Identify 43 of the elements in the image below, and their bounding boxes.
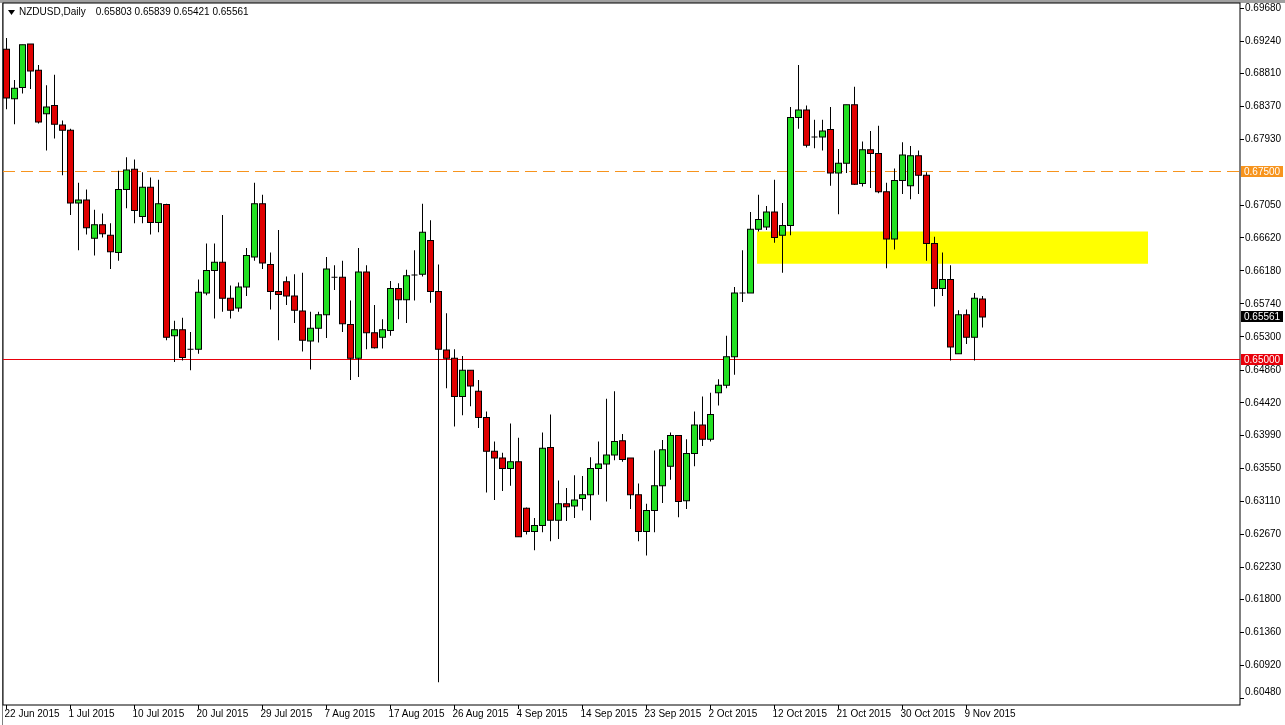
axis-label: 0.66180: [1245, 264, 1282, 277]
axis-label: 29 Jul 2015: [260, 708, 313, 720]
axis-label: 0.61800: [1245, 593, 1282, 605]
axis-label: 2 Oct 2015: [708, 708, 758, 720]
axis-label: 0.60920: [1245, 659, 1282, 671]
axis-label: 0.64860: [1245, 363, 1282, 376]
axis-label: 9 Nov 2015: [964, 708, 1016, 720]
axis-label: 17 Aug 2015: [388, 708, 445, 720]
axis-label: 14 Sep 2015: [580, 708, 638, 720]
axis-label: 0.68370: [1245, 100, 1282, 113]
axis-label: 0.61360: [1245, 626, 1282, 638]
axis-label: 10 Jul 2015: [132, 708, 185, 720]
dropdown-triangle-icon[interactable]: [8, 9, 15, 15]
axis-label: 4 Sep 2015: [516, 708, 568, 720]
axis-label: 12 Oct 2015: [772, 708, 827, 720]
axis-label: 0.60480: [1245, 686, 1282, 698]
axis-label: 0.66620: [1245, 231, 1282, 244]
axis-label: 20 Jul 2015: [196, 708, 249, 720]
axis-label: 7 Aug 2015: [324, 708, 376, 720]
axis-label: 30 Oct 2015: [900, 708, 955, 720]
axis-label: 0.63110: [1245, 494, 1281, 507]
symbol-label: NZDUSD,Daily: [19, 6, 86, 18]
axis-label: 0.63550: [1245, 461, 1282, 474]
axis-label: 0.67930: [1245, 133, 1282, 146]
price-tag: 0.65000: [1241, 353, 1284, 365]
axis-label: 26 Aug 2015: [452, 708, 509, 720]
axis-label: 0.65740: [1245, 297, 1282, 310]
axis-label: 0.62230: [1245, 560, 1282, 573]
axis-label: 0.62670: [1245, 527, 1282, 540]
axis-label: 21 Oct 2015: [836, 708, 891, 720]
axis-label: 23 Sep 2015: [644, 708, 702, 720]
axis-label: 0.64420: [1245, 396, 1282, 409]
price-tag: 0.67500: [1241, 166, 1284, 177]
axis-label: 0.63990: [1245, 428, 1282, 441]
axis-label: 0.67050: [1245, 199, 1282, 212]
axis-label: 1 Jul 2015: [68, 708, 115, 720]
axis-label: 0.65300: [1245, 330, 1282, 343]
ohlc-values: 0.65803 0.65839 0.65421 0.65561: [95, 6, 249, 18]
price-tag: 0.65561: [1241, 311, 1284, 323]
axis-label: 0.68810: [1245, 67, 1282, 80]
axis-label: 0.69680: [1245, 2, 1282, 14]
axis-label: 22 Jun 2015: [4, 708, 60, 720]
axis-label: 0.69240: [1245, 35, 1282, 47]
